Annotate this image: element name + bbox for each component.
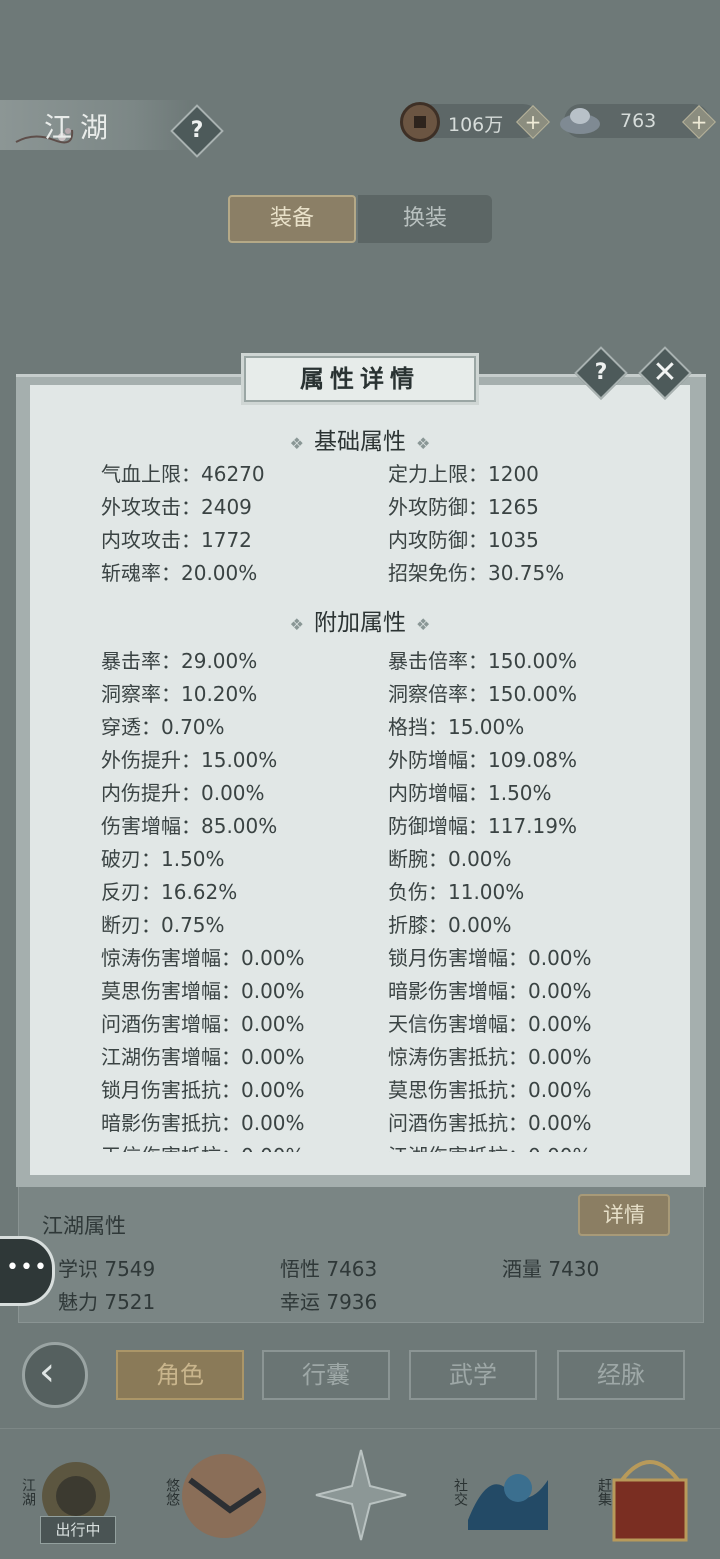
plus-icon: + [690,110,708,134]
stat-item: 暴击率：29.00% [101,649,258,673]
stat-item: 断腕：0.00% [388,847,512,871]
stat-luck: 幸运 7936 [280,1290,378,1314]
stat-comprehension: 悟性 7463 [280,1257,378,1281]
dock-label-social: 社交 [452,1478,468,1506]
detail-button[interactable]: 详情 [578,1194,670,1236]
stat-item: 防御增幅：117.19% [388,814,577,838]
stat-charm: 魅力 7521 [58,1290,156,1314]
coin-amount: 106万 [448,114,504,136]
dock-label-jianghu: 江湖 [20,1478,36,1506]
stat-knowledge: 学识 7549 [58,1257,156,1281]
stat-item: 反刃：16.62% [101,880,238,904]
stat-item: 定力上限：1200 [388,462,539,486]
stat-item: 莫思伤害抵抗：0.00% [388,1078,592,1102]
base-attributes-heading: ❖ 基础属性 ❖ [289,429,431,455]
stat-item: 惊涛伤害抵抗：0.00% [388,1045,592,1069]
stat-item: 负伤：11.00% [388,880,525,904]
tab-meridians[interactable]: 经脉 [557,1350,685,1400]
stat-item: 伤害增幅：85.00% [101,814,278,838]
chevron-left-icon: ‹ [39,1349,55,1395]
stat-item: 天信伤害抵抗：0.00% [101,1140,305,1152]
stat-item: 外攻攻击：2409 [101,495,252,519]
tab-character[interactable]: 角色 [116,1350,244,1400]
close-icon: ✕ [652,355,678,390]
star-compass-icon [315,1449,407,1541]
modal-title-plaque: 属性详情 [244,356,476,402]
back-button[interactable]: ‹ [22,1342,88,1408]
extra-attributes-heading: ❖ 附加属性 ❖ [289,610,431,636]
stat-item: 锁月伤害增幅：0.00% [388,946,592,970]
stat-item: 江湖伤害增幅：0.00% [101,1045,305,1069]
stat-item: 内防增幅：1.50% [388,781,552,805]
stat-item: 格挡：15.00% [388,715,525,739]
plus-icon: + [524,110,542,134]
copper-coin-icon [400,102,440,142]
stat-item: 外攻防御：1265 [388,495,539,519]
stat-item: 江湖伤害抵抗：0.00% [388,1140,592,1152]
dock-center[interactable] [306,1440,416,1550]
stat-item: 暗影伤害抵抗：0.00% [101,1111,305,1135]
stat-item: 外伤提升：15.00% [101,748,278,772]
stat-item: 暴击倍率：150.00% [388,649,577,673]
traveling-status: 出行中 [40,1516,116,1544]
stat-item: 洞察倍率：150.00% [388,682,577,706]
page-title: 江湖 [44,111,117,144]
stat-item: 天信伤害增幅：0.00% [388,1012,592,1036]
jianghu-title: 江湖属性 [42,1214,126,1238]
stat-item: 斩魂率：20.00% [101,561,258,585]
question-icon: ? [594,360,608,385]
chat-icon: ••• [6,1255,48,1280]
stat-item: 内攻攻击：1772 [101,528,252,552]
stat-item: 问酒伤害抵抗：0.00% [388,1111,592,1135]
stat-item: 锁月伤害抵抗：0.00% [101,1078,305,1102]
stat-item: 莫思伤害增幅：0.00% [101,979,305,1003]
stat-item: 洞察率：10.20% [101,682,258,706]
silver-amount: 763 [620,110,657,132]
dock-label-youyou: 悠悠 [164,1478,180,1506]
stat-item: 断刃：0.75% [101,913,225,937]
stat-item: 惊涛伤害增幅：0.00% [101,946,305,970]
tab-inventory[interactable]: 行囊 [262,1350,390,1400]
stat-item: 招架免伤：30.75% [388,561,565,585]
question-icon: ? [190,118,204,143]
stat-item: 气血上限：46270 [101,462,265,486]
dock-label-market: 赶集 [596,1478,612,1506]
stat-item: 穿透：0.70% [101,715,225,739]
silver-ingot-icon [560,108,600,134]
tab-swap-outfit[interactable]: 换装 [358,195,492,243]
stat-item: 折膝：0.00% [388,913,512,937]
stat-item: 破刃：1.50% [101,847,225,871]
tab-equipment[interactable]: 装备 [228,195,356,243]
stat-item: 外防增幅：109.08% [388,748,577,772]
tab-martial-arts[interactable]: 武学 [409,1350,537,1400]
stat-item: 内攻防御：1035 [388,528,539,552]
extra-stats-scroll[interactable]: 暴击率：29.00% 暴击倍率：150.00% 洞察率：10.20% 洞察倍率：… [30,640,690,1152]
stat-drinking: 酒量 7430 [502,1257,600,1281]
stat-item: 暗影伤害增幅：0.00% [388,979,592,1003]
stat-item: 问酒伤害增幅：0.00% [101,1012,305,1036]
stat-item: 内伤提升：0.00% [101,781,265,805]
modal-title: 属性详情 [300,364,420,393]
